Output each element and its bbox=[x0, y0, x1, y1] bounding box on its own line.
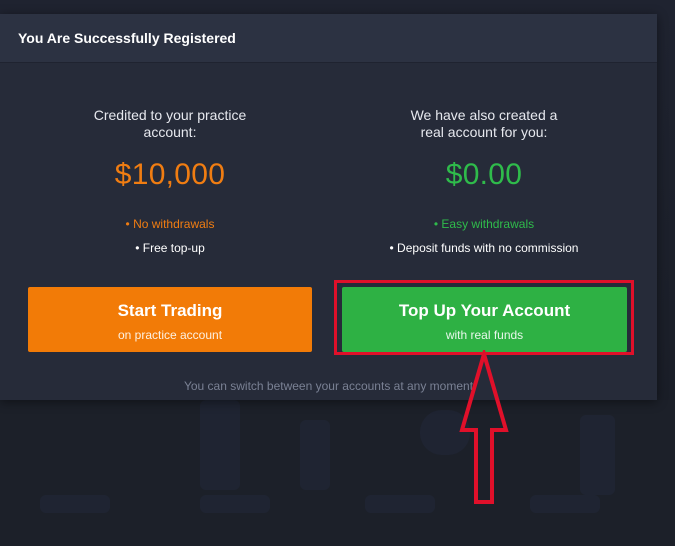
real-feature-easy-withdrawals: • Easy withdrawals bbox=[433, 217, 535, 231]
practice-intro-line-1: Credited to your practice bbox=[93, 107, 247, 123]
background-decor bbox=[40, 495, 110, 513]
top-up-sublabel: with real funds bbox=[445, 328, 524, 342]
real-balance-amount: $0.00 bbox=[445, 158, 523, 191]
practice-balance-amount: $10,000 bbox=[114, 158, 226, 191]
background-decor bbox=[530, 495, 600, 513]
real-feature-no-commission: • Deposit funds with no commission bbox=[389, 241, 579, 255]
background-decor bbox=[365, 495, 435, 513]
start-trading-button[interactable]: Start Trading on practice account bbox=[28, 287, 312, 352]
background-decor bbox=[200, 400, 240, 490]
real-intro-line-2: real account for you: bbox=[420, 124, 548, 140]
practice-intro-line-2: account: bbox=[143, 124, 197, 140]
top-up-label: Top Up Your Account bbox=[398, 301, 571, 320]
start-trading-label: Start Trading bbox=[117, 301, 223, 320]
switch-accounts-note: You can switch between your accounts at … bbox=[183, 379, 474, 393]
background-decor bbox=[580, 415, 615, 495]
practice-intro-text: Credited to your practice account: bbox=[28, 107, 312, 141]
practice-feature-free-topup: • Free top-up bbox=[135, 241, 205, 255]
background-decor bbox=[200, 495, 270, 513]
registration-success-dialog: You Are Successfully Registered Credited… bbox=[0, 14, 657, 400]
background-decor bbox=[300, 420, 330, 490]
background-decor bbox=[420, 410, 470, 455]
real-intro-line-1: We have also created a bbox=[410, 107, 558, 123]
top-up-account-button[interactable]: Top Up Your Account with real funds bbox=[342, 287, 627, 352]
practice-feature-no-withdrawals: • No withdrawals bbox=[125, 217, 215, 231]
real-intro-text: We have also created a real account for … bbox=[340, 107, 628, 141]
background-blur bbox=[0, 400, 675, 546]
start-trading-sublabel: on practice account bbox=[117, 328, 223, 342]
